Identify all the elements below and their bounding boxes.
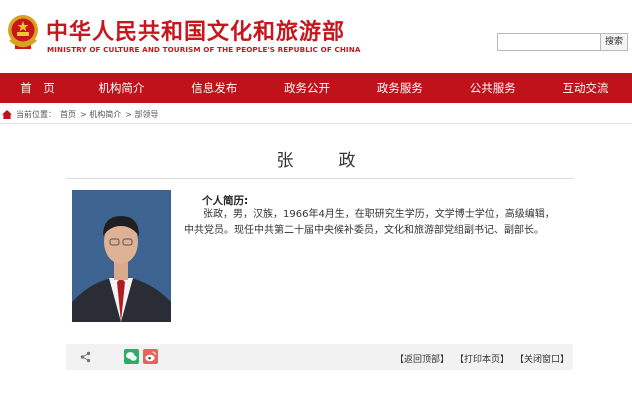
title-divider — [66, 178, 574, 179]
national-emblem-icon[interactable] — [6, 12, 40, 52]
home-icon — [2, 109, 12, 119]
site-header: 中华人民共和国文化和旅游部 MINISTRY OF CULTURE AND TO… — [0, 0, 632, 73]
site-title[interactable]: 中华人民共和国文化和旅游部 — [46, 14, 345, 46]
nav-item-open-affairs[interactable]: 政务公开 — [261, 73, 354, 103]
portrait-photo — [72, 190, 171, 322]
page-title: 张 政 — [276, 151, 370, 171]
bio-text: 张政，男，汉族，1966年4月生，在职研究生学历，文学博士学位，高级编辑，中共党… — [184, 209, 555, 236]
breadcrumb-home[interactable]: 首页 — [60, 109, 76, 120]
share-icon[interactable] — [80, 351, 91, 363]
breadcrumb-prefix: 当前位置： — [16, 109, 56, 119]
nav-item-interaction[interactable]: 互动交流 — [539, 73, 632, 103]
print-page-link[interactable]: 【打印本页】 — [455, 352, 509, 365]
nav-item-about[interactable]: 机构简介 — [75, 73, 168, 103]
close-window-link[interactable]: 【关闭窗口】 — [515, 352, 569, 365]
nav-item-news[interactable]: 信息发布 — [168, 73, 261, 103]
wechat-icon[interactable] — [124, 349, 139, 364]
breadcrumb: 当前位置： 首页 > 机构简介 > 部领导 — [0, 106, 632, 122]
back-to-top-link[interactable]: 【返回顶部】 — [395, 352, 449, 365]
breadcrumb-about[interactable]: > 机构简介 — [80, 109, 121, 120]
nav-item-services[interactable]: 政务服务 — [353, 73, 446, 103]
weibo-icon[interactable] — [143, 349, 158, 364]
search-input[interactable] — [497, 33, 601, 51]
footer-links: 【返回顶部】 【打印本页】 【关闭窗口】 — [395, 352, 575, 365]
nav-item-public-services[interactable]: 公共服务 — [446, 73, 539, 103]
bio-heading: 个人简历: — [202, 195, 249, 207]
breadcrumb-leaders[interactable]: > 部领导 — [125, 109, 158, 120]
nav-item-home[interactable]: 首 页 — [0, 73, 75, 103]
main-nav: 首 页 机构简介 信息发布 政务公开 政务服务 公共服务 互动交流 — [0, 73, 632, 103]
site-subtitle: MINISTRY OF CULTURE AND TOURISM OF THE P… — [47, 45, 361, 54]
search-button[interactable]: 搜索 — [600, 33, 628, 51]
